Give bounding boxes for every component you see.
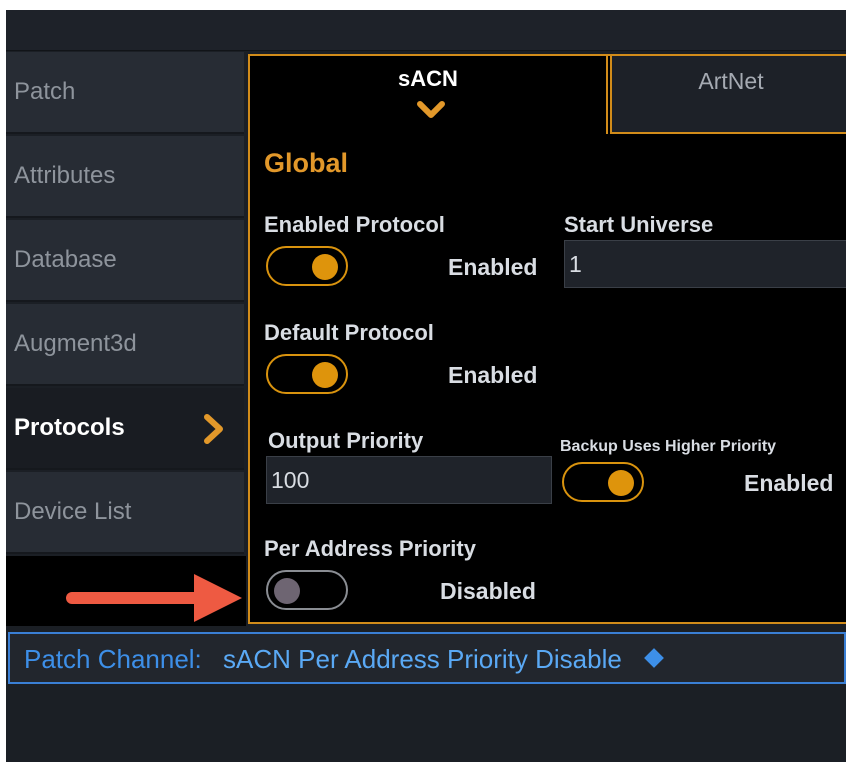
sidebar: Patch Attributes Database Augment3d Prot… — [6, 52, 244, 556]
command-prefix: Patch Channel: — [24, 644, 202, 674]
sidebar-item-label: Augment3d — [14, 330, 137, 357]
tab-sacn[interactable]: sACN — [250, 56, 608, 134]
backup-priority-toggle[interactable] — [562, 462, 644, 502]
command-text: sACN Per Address Priority Disable — [223, 644, 622, 674]
section-title: Global — [264, 148, 349, 178]
sidebar-item-protocols[interactable]: Protocols — [6, 388, 244, 470]
top-bar — [6, 10, 846, 51]
sidebar-item-label: Attributes — [14, 162, 116, 189]
start-universe-label: Start Universe — [564, 212, 714, 237]
console-screen: Patch Attributes Database Augment3d Prot… — [6, 10, 846, 762]
tab-label: sACN — [398, 66, 458, 91]
sidebar-item-patch[interactable]: Patch — [6, 52, 244, 134]
protocol-panel: sACN ArtNet Global Enabled Protocol Enab… — [248, 54, 846, 624]
tab-label: ArtNet — [698, 68, 764, 94]
default-protocol-state: Enabled — [448, 362, 538, 388]
chevron-down-icon — [417, 101, 445, 118]
red-arrow-icon — [66, 574, 242, 622]
backup-priority-label: Backup Uses Higher Priority — [560, 438, 777, 455]
enabled-protocol-toggle[interactable] — [266, 246, 348, 286]
diamond-icon — [644, 648, 664, 668]
sidebar-item-label: Database — [14, 246, 117, 273]
chevron-right-icon — [204, 414, 223, 444]
sidebar-item-augment3d[interactable]: Augment3d — [6, 304, 244, 386]
per-address-priority-toggle[interactable] — [266, 570, 348, 610]
per-address-priority-state: Disabled — [440, 578, 536, 604]
sidebar-item-label: Patch — [14, 78, 76, 105]
sidebar-item-label: Device List — [14, 498, 132, 525]
default-protocol-label: Default Protocol — [264, 320, 434, 345]
enabled-protocol-label: Enabled Protocol — [264, 212, 445, 237]
sidebar-item-database[interactable]: Database — [6, 220, 244, 302]
default-protocol-toggle[interactable] — [266, 354, 348, 394]
toggle-knob — [312, 362, 338, 388]
sidebar-item-label: Protocols — [14, 414, 125, 441]
enabled-protocol-state: Enabled — [448, 254, 538, 280]
toggle-knob — [274, 578, 300, 604]
tab-artnet[interactable]: ArtNet — [610, 56, 846, 134]
sidebar-item-device-list[interactable]: Device List — [6, 472, 244, 554]
toggle-knob — [312, 254, 338, 280]
backup-priority-state: Enabled — [744, 470, 834, 496]
output-priority-field[interactable]: 100 — [266, 456, 552, 504]
per-address-priority-label: Per Address Priority — [264, 536, 476, 561]
output-priority-label: Output Priority — [268, 428, 424, 453]
sidebar-item-attributes[interactable]: Attributes — [6, 136, 244, 218]
start-universe-field[interactable]: 1 — [564, 240, 846, 288]
command-line[interactable]: Patch Channel: sACN Per Address Priority… — [8, 632, 846, 684]
toggle-knob — [608, 470, 634, 496]
